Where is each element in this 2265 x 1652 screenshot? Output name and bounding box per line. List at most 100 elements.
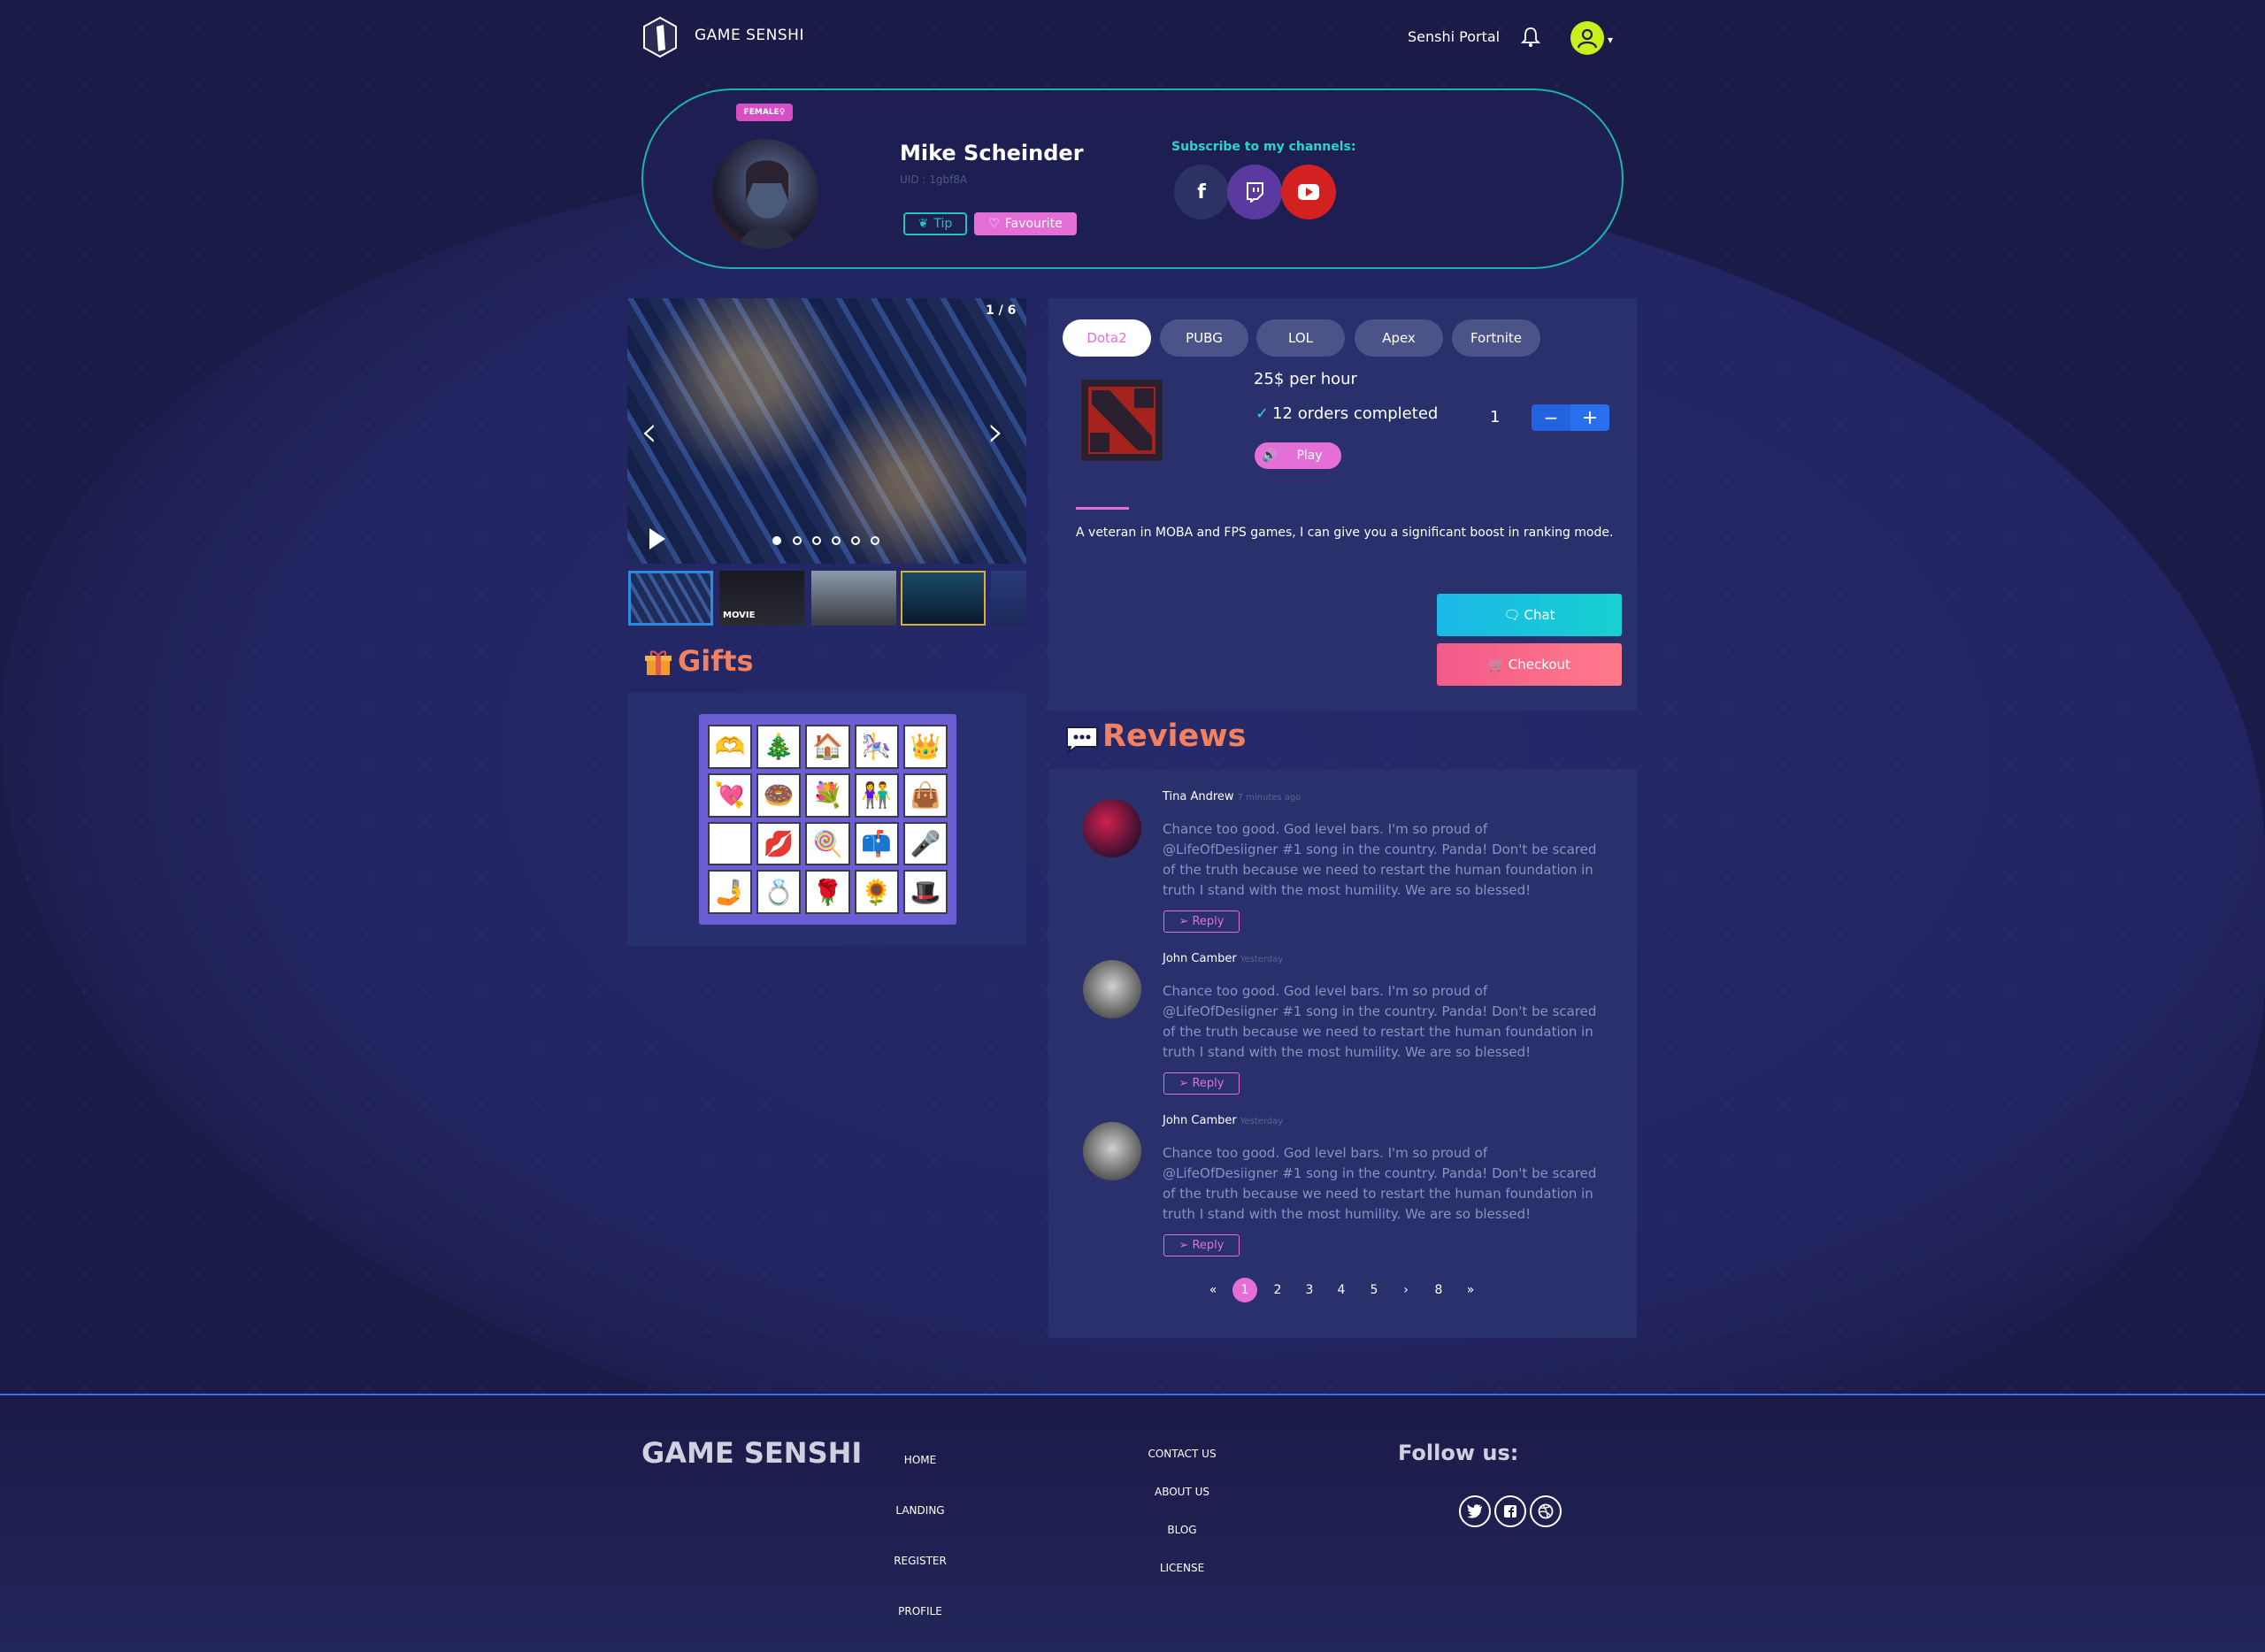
- gift-item[interactable]: 🍭: [805, 821, 850, 866]
- gallery-dot[interactable]: [851, 536, 860, 545]
- twitch-icon[interactable]: [1227, 165, 1282, 219]
- tab-fortnite[interactable]: Fortnite: [1452, 319, 1540, 357]
- play-voice-button[interactable]: 🔊 Play: [1255, 442, 1341, 469]
- footer-link-blog[interactable]: BLOG: [1129, 1524, 1235, 1536]
- gallery-thumbnail[interactable]: [991, 571, 1026, 626]
- reviewer-name: Tina Andrew 7 minutes ago: [1163, 790, 1301, 803]
- reviewer-name: John Camber Yesterday: [1163, 952, 1283, 965]
- pagination-page[interactable]: 3: [1297, 1278, 1322, 1302]
- gift-item[interactable]: 🤳: [708, 870, 753, 914]
- footer-link-profile[interactable]: PROFILE: [867, 1605, 973, 1617]
- play-label: Play: [1296, 449, 1323, 463]
- footer-link-register[interactable]: REGISTER: [867, 1555, 973, 1567]
- chevron-left-icon[interactable]: ‹: [641, 407, 657, 457]
- facebook-icon[interactable]: [1494, 1495, 1526, 1527]
- user-avatar[interactable]: [1570, 21, 1604, 55]
- tab-apex[interactable]: Apex: [1355, 319, 1443, 357]
- favourite-label: Favourite: [1004, 217, 1063, 231]
- profile-uid: UID : 1gbf8A: [900, 173, 968, 186]
- gift-item[interactable]: 📫: [854, 821, 899, 866]
- logo-icon[interactable]: [642, 16, 678, 58]
- gift-item[interactable]: 🎄: [756, 725, 802, 769]
- bell-icon[interactable]: [1520, 27, 1541, 48]
- senshi-portal-link[interactable]: Senshi Portal: [1408, 28, 1500, 45]
- gallery-thumbnail[interactable]: [901, 571, 986, 626]
- gift-item[interactable]: 💐: [805, 772, 850, 818]
- twitter-icon[interactable]: [1459, 1495, 1491, 1527]
- brand-name[interactable]: GAME SENSHI: [695, 27, 804, 44]
- gallery-thumbnail[interactable]: [811, 571, 896, 626]
- gallery-dot[interactable]: [772, 536, 781, 545]
- tab-pubg[interactable]: PUBG: [1160, 319, 1248, 357]
- speech-bubble-icon: [1065, 726, 1099, 755]
- cart-icon: 🛒: [1488, 657, 1505, 672]
- gallery-main-image[interactable]: [627, 298, 1026, 564]
- reply-button[interactable]: ➢ Reply: [1163, 1234, 1240, 1256]
- chevron-down-icon[interactable]: ▾: [1608, 34, 1613, 46]
- footer-link-landing[interactable]: LANDING: [867, 1504, 973, 1517]
- gift-item[interactable]: 🎩: [902, 870, 948, 914]
- gift-icon: [645, 649, 672, 677]
- tab-dota2[interactable]: Dota2: [1063, 319, 1151, 357]
- gift-item[interactable]: 🌻: [854, 870, 899, 914]
- gift-item[interactable]: 🐱: [708, 821, 753, 866]
- gift-item[interactable]: 🌹: [805, 870, 850, 914]
- checkout-button[interactable]: 🛒 Checkout: [1437, 643, 1622, 686]
- pagination-next[interactable]: ›: [1394, 1278, 1418, 1302]
- dribbble-icon[interactable]: [1530, 1495, 1562, 1527]
- pagination-page[interactable]: 5: [1362, 1278, 1386, 1302]
- gift-item[interactable]: 👜: [902, 772, 948, 818]
- gallery-dot[interactable]: [793, 536, 802, 545]
- chevron-right-icon[interactable]: ›: [987, 407, 1004, 457]
- thumbnail-movie-label: MOVIE: [723, 611, 756, 620]
- footer-link-about[interactable]: ABOUT US: [1129, 1486, 1235, 1498]
- play-icon[interactable]: [649, 528, 665, 549]
- pagination-page[interactable]: 1: [1232, 1278, 1257, 1302]
- gift-item[interactable]: 🍩: [756, 772, 802, 818]
- reply-label: Reply: [1192, 1239, 1225, 1252]
- gift-item[interactable]: 👫: [854, 772, 899, 818]
- user-icon: [1577, 28, 1598, 49]
- follow-us-label: Follow us:: [1398, 1441, 1519, 1465]
- gift-item[interactable]: 💘: [708, 772, 753, 818]
- dota2-logo-icon: [1081, 380, 1163, 461]
- gallery-dot[interactable]: [871, 536, 879, 545]
- gallery-counter: 1 / 6: [986, 304, 1017, 318]
- gift-item[interactable]: 🏠: [805, 725, 850, 769]
- gallery-thumbnail[interactable]: MOVIE: [719, 571, 804, 626]
- gift-item[interactable]: 🫶: [708, 725, 753, 769]
- reply-button[interactable]: ➢ Reply: [1163, 911, 1240, 933]
- gallery-thumbnail[interactable]: [628, 571, 713, 626]
- gallery-dot[interactable]: [812, 536, 821, 545]
- review-time: Yesterday: [1240, 955, 1284, 964]
- youtube-icon[interactable]: [1281, 165, 1336, 219]
- quantity-increment-button[interactable]: +: [1570, 404, 1609, 431]
- quantity-decrement-button[interactable]: −: [1532, 404, 1570, 431]
- gift-item[interactable]: 🎤: [902, 821, 948, 866]
- pagination-first[interactable]: «: [1201, 1278, 1225, 1302]
- profile-name: Mike Scheinder: [900, 141, 1084, 165]
- gallery-dot[interactable]: [832, 536, 841, 545]
- profile-photo: [712, 139, 818, 249]
- gift-item[interactable]: 🎠: [854, 725, 899, 769]
- gift-item[interactable]: 💍: [756, 870, 802, 914]
- footer-link-contact[interactable]: CONTACT US: [1129, 1448, 1235, 1460]
- reply-button[interactable]: ➢ Reply: [1163, 1072, 1240, 1095]
- facebook-icon[interactable]: f: [1174, 165, 1229, 219]
- gift-item[interactable]: 👑: [902, 725, 948, 769]
- pagination-last[interactable]: »: [1458, 1278, 1483, 1302]
- pagination-page[interactable]: 8: [1426, 1278, 1451, 1302]
- chat-button[interactable]: 🗨 Chat: [1437, 594, 1622, 636]
- footer: [0, 1394, 2265, 1652]
- favourite-button[interactable]: ♡ Favourite: [974, 212, 1077, 235]
- footer-link-home[interactable]: HOME: [867, 1454, 973, 1466]
- checkout-label: Checkout: [1508, 657, 1570, 672]
- gift-item[interactable]: 💋: [756, 821, 802, 866]
- footer-link-license[interactable]: LICENSE: [1129, 1562, 1235, 1574]
- price-per-hour: 25$ per hour: [1254, 370, 1357, 388]
- reviewer-name-text: John Camber: [1163, 952, 1237, 965]
- tab-lol[interactable]: LOL: [1256, 319, 1345, 357]
- pagination-page[interactable]: 4: [1329, 1278, 1354, 1302]
- tip-button[interactable]: ❦ Tip: [903, 212, 967, 235]
- pagination-page[interactable]: 2: [1265, 1278, 1290, 1302]
